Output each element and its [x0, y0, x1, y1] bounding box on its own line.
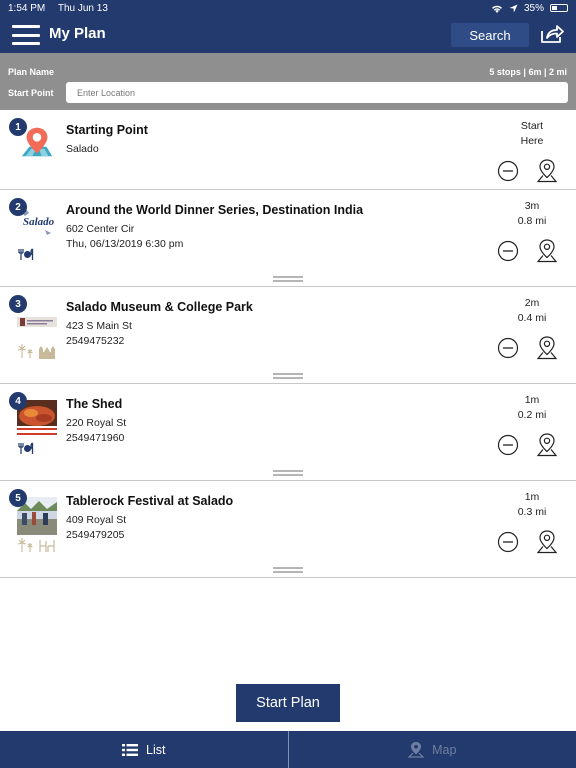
- museum-icon: [39, 346, 55, 359]
- dining-icon: [18, 442, 34, 454]
- category-icons: [17, 537, 56, 553]
- battery-percent: 35%: [523, 2, 544, 14]
- share-icon[interactable]: [540, 24, 564, 44]
- start-plan-button[interactable]: Start Plan: [236, 684, 340, 722]
- tab-list-label: List: [146, 742, 166, 757]
- status-right: 35%: [491, 3, 568, 14]
- menu-icon[interactable]: [12, 25, 40, 45]
- stop-distance: Start Here: [502, 119, 562, 149]
- fireworks-icon: [17, 344, 33, 358]
- stop-time: 1m: [524, 394, 540, 406]
- list-item[interactable]: 1 Starting Point Salado Start Here: [0, 110, 576, 190]
- status-bar: 1:54 PM Thu Jun 13 35%: [0, 0, 576, 16]
- drag-handle[interactable]: [273, 373, 303, 379]
- stop-address: Salado: [66, 143, 99, 155]
- tab-list[interactable]: List: [0, 731, 289, 768]
- status-date: Thu Jun 13: [57, 2, 108, 14]
- remove-stop-icon[interactable]: [497, 434, 519, 456]
- status-time: 1:54 PM: [8, 2, 46, 14]
- stop-title: The Shed: [66, 397, 123, 411]
- bottom-tab-bar: List Map: [0, 731, 576, 768]
- search-button[interactable]: Search: [451, 23, 529, 47]
- list-icon: [122, 743, 139, 756]
- remove-stop-icon[interactable]: [497, 531, 519, 553]
- fireworks-icon: [17, 538, 33, 552]
- battery-fill: [552, 6, 557, 10]
- battery-icon: [550, 4, 568, 12]
- location-pin-icon[interactable]: [535, 238, 559, 264]
- location-arrow-icon: [509, 3, 518, 13]
- list-item[interactable]: 3 Salado Museum & College Park 423 S Mai…: [0, 287, 576, 384]
- wifi-icon: [491, 5, 502, 13]
- drag-handle[interactable]: [273, 470, 303, 476]
- stop-phone: 2549475232: [66, 335, 125, 347]
- stop-distance: 1m 0.2 mi: [502, 393, 562, 423]
- drag-handle[interactable]: [273, 276, 303, 282]
- stop-address: 602 Center Cir: [66, 223, 135, 235]
- category-icons: [17, 248, 35, 261]
- museum-banner-thumbnail: [17, 317, 57, 327]
- plan-info-bar: Plan Name 5 stops | 6m | 2 mi Start Poin…: [0, 53, 576, 110]
- list-item[interactable]: 2 Salado Around the World Dinner Series,…: [0, 190, 576, 287]
- stop-distance: 1m 0.3 mi: [502, 490, 562, 520]
- start-point-input[interactable]: [66, 82, 568, 103]
- stop-distance: 2m 0.4 mi: [502, 296, 562, 326]
- stop-time: 2m: [524, 297, 540, 309]
- dining-icon: [18, 248, 34, 260]
- stop-miles: 0.4 mi: [517, 312, 547, 324]
- location-pin-icon[interactable]: [535, 529, 559, 555]
- list-item[interactable]: 5 Tablerock Festival at Salado 409 Royal…: [0, 481, 576, 578]
- stop-datetime: Thu, 06/13/2019 6:30 pm: [66, 238, 184, 250]
- map-pin-icon: [408, 742, 425, 758]
- stop-address: 220 Royal St: [66, 417, 127, 429]
- location-pin-icon[interactable]: [535, 158, 559, 184]
- tab-map-label: Map: [432, 742, 457, 757]
- stop-miles: 0.3 mi: [517, 506, 547, 518]
- remove-stop-icon[interactable]: [497, 160, 519, 182]
- stop-address: 409 Royal St: [66, 514, 127, 526]
- category-icons: [17, 442, 35, 455]
- stop-phone: 2549471960: [66, 432, 125, 444]
- stop-distance: 3m 0.8 mi: [502, 199, 562, 229]
- salado-logo-text: Salado: [23, 216, 55, 228]
- plan-name-label: Plan Name: [8, 67, 55, 77]
- list-item[interactable]: 4 The Shed 220 Royal St 2549471960 1m 0.…: [0, 384, 576, 481]
- app-header: My Plan Search: [0, 16, 576, 53]
- stop-miles: 0.2 mi: [517, 409, 547, 421]
- category-icons: [17, 343, 56, 359]
- stop-address: 423 S Main St: [66, 320, 132, 332]
- stop-number-badge: 2: [9, 198, 27, 216]
- outdoor-seating-icon: [39, 540, 55, 552]
- stop-number-badge: 4: [9, 392, 27, 410]
- stop-title: Starting Point: [66, 123, 148, 137]
- stop-number-badge: 1: [9, 118, 27, 136]
- stop-miles: 0.8 mi: [517, 215, 547, 227]
- stop-title: Around the World Dinner Series, Destinat…: [66, 203, 364, 217]
- stop-time: 1m: [524, 491, 540, 503]
- stops-list: 1 Starting Point Salado Start Here 2 Sal…: [0, 110, 576, 578]
- stop-title: Tablerock Festival at Salado: [66, 494, 234, 508]
- stop-number-badge: 5: [9, 489, 27, 507]
- stop-miles: Here: [520, 135, 544, 147]
- remove-stop-icon[interactable]: [497, 240, 519, 262]
- status-left: 1:54 PM Thu Jun 13: [8, 3, 118, 14]
- start-point-label: Start Point: [8, 88, 54, 98]
- page-title: My Plan: [49, 25, 106, 42]
- location-pin-icon[interactable]: [535, 432, 559, 458]
- stop-phone: 2549479205: [66, 529, 125, 541]
- location-pin-icon[interactable]: [535, 335, 559, 361]
- stop-time: Start: [520, 120, 544, 132]
- stop-number-badge: 3: [9, 295, 27, 313]
- remove-stop-icon[interactable]: [497, 337, 519, 359]
- plan-stats: 5 stops | 6m | 2 mi: [489, 67, 567, 77]
- tab-map[interactable]: Map: [289, 731, 576, 768]
- stop-title: Salado Museum & College Park: [66, 300, 253, 314]
- stop-time: 3m: [524, 200, 540, 212]
- drag-handle[interactable]: [273, 567, 303, 573]
